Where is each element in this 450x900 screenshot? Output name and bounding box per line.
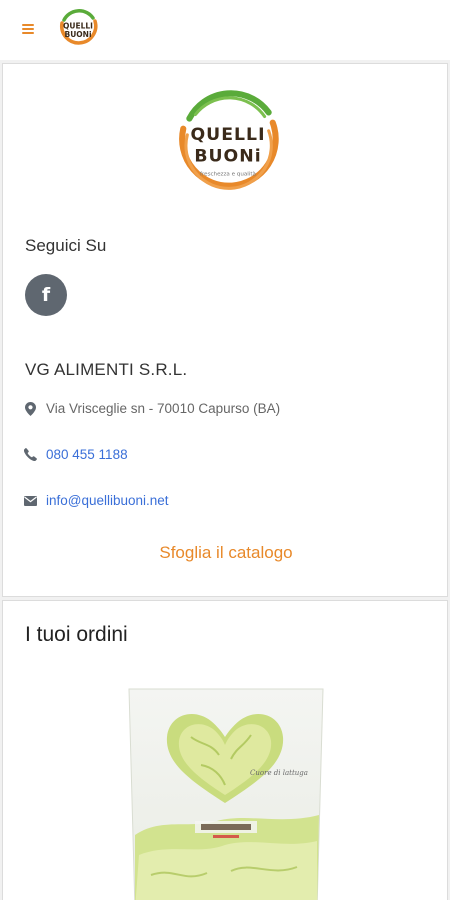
facebook-icon: f: [41, 283, 51, 306]
phone-link[interactable]: 080 455 1188: [46, 447, 128, 462]
top-app-bar: QUELLI BUONi: [0, 0, 450, 60]
brand-logo-small[interactable]: QUELLI BUONi: [53, 5, 103, 55]
catalog-link[interactable]: Sfoglia il catalogo: [3, 543, 449, 563]
orders-card: I tuoi ordini Cuore di lattuga: [2, 600, 448, 900]
hamburger-line: [22, 28, 34, 30]
logo-text-line1: QUELLI: [63, 22, 93, 31]
hamburger-menu-icon[interactable]: [22, 22, 36, 34]
company-name: VG ALIMENTI S.R.L.: [25, 360, 188, 379]
product-script-label: Cuore di lattuga: [250, 769, 308, 777]
hamburger-line: [22, 32, 34, 34]
brand-logo-large: QUELLI BUONi freschezza e qualità: [179, 90, 279, 190]
logo-tagline: freschezza e qualità: [200, 171, 256, 178]
logo-text-line2: BUONi: [194, 146, 261, 166]
address-row: Via Vrisceglie sn - 70010 Capurso (BA): [23, 401, 280, 416]
contact-card: QUELLI BUONi freschezza e qualità Seguic…: [2, 63, 448, 597]
logo-text-line1: QUELLI: [190, 125, 265, 145]
orders-title: I tuoi ordini: [25, 623, 128, 646]
phone-row: 080 455 1188: [23, 447, 128, 462]
email-row: info@quellibuoni.net: [23, 493, 169, 508]
envelope-icon: [23, 494, 37, 508]
map-marker-icon: [23, 401, 37, 416]
phone-icon: [23, 448, 37, 462]
facebook-button[interactable]: f: [25, 274, 67, 316]
email-link[interactable]: info@quellibuoni.net: [46, 493, 169, 508]
follow-us-label: Seguici Su: [25, 236, 107, 255]
address-text: Via Vrisceglie sn - 70010 Capurso (BA): [46, 401, 281, 416]
logo-text-line2: BUONi: [64, 30, 91, 39]
product-image[interactable]: Cuore di lattuga: [121, 685, 331, 900]
hamburger-line: [22, 24, 34, 26]
